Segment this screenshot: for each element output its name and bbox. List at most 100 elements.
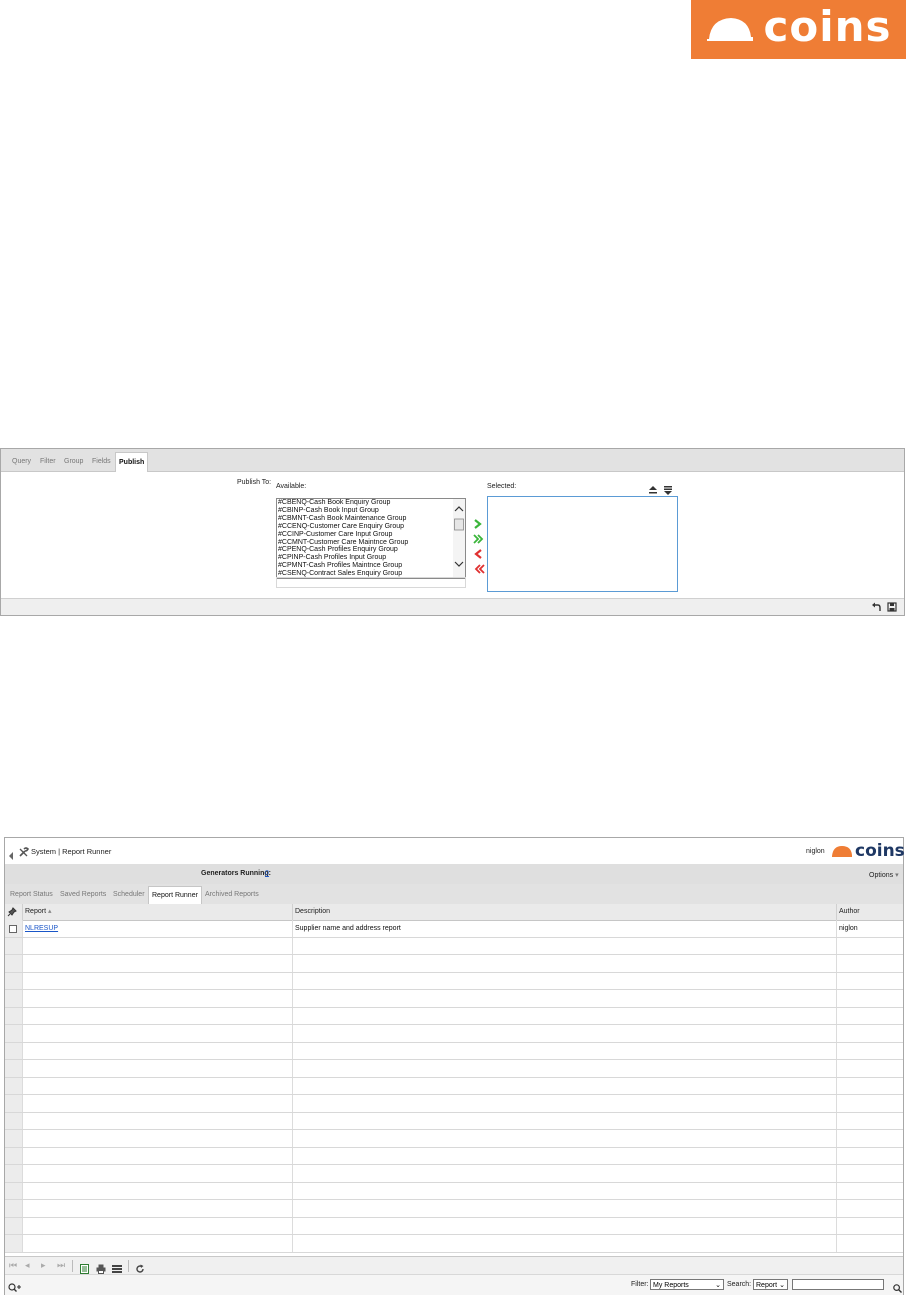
hard-hat-small-icon (832, 846, 852, 857)
row-select-cell (5, 1235, 23, 1252)
table-row[interactable] (5, 972, 903, 990)
tab-publish[interactable]: Publish (115, 452, 149, 472)
tab-report-status[interactable]: Report Status (7, 886, 56, 904)
tab-saved-reports[interactable]: Saved Reports (57, 886, 109, 904)
author-column-header[interactable]: Author (837, 904, 903, 920)
prev-page-icon[interactable]: ◂ (25, 1261, 30, 1270)
available-option[interactable]: #CCINP-Customer Care Input Group (277, 531, 465, 539)
table-row[interactable] (5, 937, 903, 955)
row-select-cell (5, 1147, 23, 1164)
filter-select-value: My Reports (653, 1282, 689, 1289)
pin-column-header[interactable] (5, 904, 23, 920)
available-option[interactable]: #CBMNT-Cash Book Maintenance Group (277, 515, 465, 523)
next-page-icon[interactable]: ▸ (41, 1261, 46, 1270)
table-row[interactable] (5, 1095, 903, 1113)
table-row[interactable] (5, 1182, 903, 1200)
row-select-cell (5, 1200, 23, 1217)
description-cell (293, 972, 837, 989)
back-arrow-icon[interactable] (8, 847, 14, 865)
report-cell (23, 1042, 293, 1059)
search-icon[interactable] (893, 1280, 902, 1298)
available-option[interactable]: #CPMNT-Cash Profiles Maintnce Group (277, 562, 465, 570)
report-cell (23, 972, 293, 989)
row-select-cell (5, 1095, 23, 1112)
row-select-cell (5, 1007, 23, 1024)
table-row[interactable]: NLRESUP Supplier name and address report n… (5, 920, 903, 938)
available-list[interactable]: #CBENQ-Cash Book Enquiry Group #CBINP-Cas… (276, 498, 466, 579)
description-column-header[interactable]: Description (293, 904, 837, 920)
hard-hat-icon (705, 15, 755, 45)
report-cell (23, 1235, 293, 1252)
selected-list[interactable] (487, 496, 678, 592)
description-cell (293, 990, 837, 1007)
description-cell (293, 1200, 837, 1217)
description-cell (293, 1007, 837, 1024)
last-page-icon[interactable]: ⏭ (57, 1261, 65, 1270)
available-scrollbar[interactable] (453, 499, 465, 578)
tab-scheduler[interactable]: Scheduler (110, 886, 148, 904)
table-row[interactable] (5, 1060, 903, 1078)
options-label: Options (869, 872, 894, 879)
tab-query[interactable]: Query (9, 452, 34, 471)
row-select-cell (5, 1077, 23, 1094)
tab-archived-reports[interactable]: Archived Reports (202, 886, 262, 904)
table-row[interactable] (5, 1235, 903, 1253)
available-option[interactable]: #CPENQ-Cash Profiles Enquiry Group (277, 546, 465, 554)
options-menu[interactable]: Options ▾ (869, 871, 899, 879)
move-all-left-icon[interactable] (473, 561, 485, 579)
generators-bar: Generators Running: 0 Options ▾ (5, 864, 903, 884)
table-row[interactable] (5, 1042, 903, 1060)
zoom-search-icon[interactable] (8, 1280, 22, 1298)
author-cell (837, 990, 903, 1007)
description-cell (293, 1095, 837, 1112)
row-select-cell (5, 1060, 23, 1077)
table-row[interactable] (5, 1217, 903, 1235)
search-label: Search: (727, 1281, 752, 1288)
table-row[interactable] (5, 990, 903, 1008)
toolbar-divider-2 (128, 1260, 129, 1272)
save-icon[interactable] (887, 602, 897, 615)
undo-icon[interactable] (871, 602, 881, 615)
available-option[interactable]: #CCENQ-Customer Care Enquiry Group (277, 523, 465, 531)
available-option[interactable]: #CPINP-Cash Profiles Input Group (277, 554, 465, 562)
selected-label: Selected: (487, 483, 517, 490)
tab-report-runner[interactable]: Report Runner (148, 886, 202, 905)
report-column-header[interactable]: Report ▴ (23, 904, 293, 920)
runner-header: System | Report Runner niglon coins (5, 838, 905, 865)
table-row[interactable] (5, 1200, 903, 1218)
table-row[interactable] (5, 955, 903, 973)
table-row[interactable] (5, 1165, 903, 1183)
table-row[interactable] (5, 1147, 903, 1165)
table-row[interactable] (5, 1025, 903, 1043)
author-cell (837, 1165, 903, 1182)
search-field-chevron-icon: ⌄ (779, 1282, 785, 1289)
first-page-icon[interactable]: ⏮ (9, 1261, 17, 1270)
description-cell (293, 1060, 837, 1077)
coins-brand-text: coins (763, 1, 892, 51)
row-checkbox[interactable] (9, 925, 17, 933)
table-row[interactable] (5, 1077, 903, 1095)
row-select-cell (5, 1042, 23, 1059)
available-option[interactable]: #CBENQ-Cash Book Enquiry Group (277, 499, 465, 507)
table-row[interactable] (5, 1130, 903, 1148)
coins-logo: coins (691, 0, 906, 59)
publish-tab-bar: Query Filter Group Fields Publish (1, 449, 904, 472)
report-link[interactable]: NLRESUP (25, 925, 58, 932)
search-field-select[interactable]: Report ⌄ (753, 1279, 788, 1290)
table-row[interactable] (5, 1112, 903, 1130)
table-row[interactable] (5, 1007, 903, 1025)
available-option[interactable]: #CBINP-Cash Book Input Group (277, 507, 465, 515)
generators-count-link[interactable]: 0 (265, 870, 269, 877)
report-grid: Report ▴ Description Author NLRESUP Suppl… (5, 904, 903, 1256)
author-cell (837, 955, 903, 972)
report-cell (23, 990, 293, 1007)
available-option[interactable]: #CCMNT-Customer Care Maintnce Group (277, 539, 465, 547)
tab-fields[interactable]: Fields (89, 452, 114, 471)
search-input[interactable] (792, 1279, 884, 1290)
author-cell (837, 1043, 903, 1060)
filter-select[interactable]: My Reports ⌄ (650, 1279, 724, 1290)
tab-group[interactable]: Group (61, 452, 86, 471)
available-filter-field[interactable] (276, 577, 466, 588)
tab-filter[interactable]: Filter (37, 452, 59, 471)
author-cell (837, 1113, 903, 1130)
